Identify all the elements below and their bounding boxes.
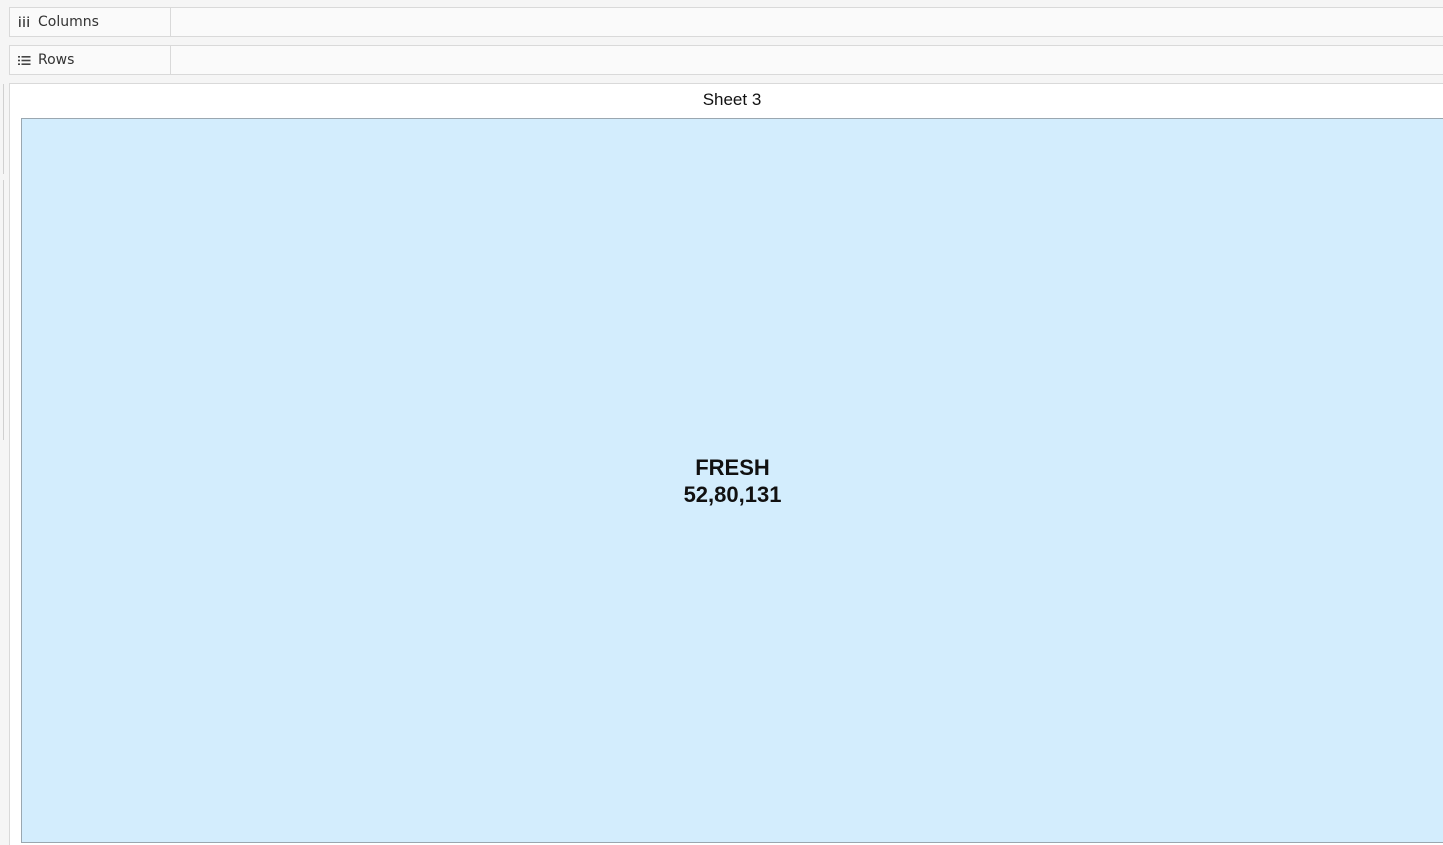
rows-shelf-label: Rows: [10, 46, 171, 74]
columns-drop-area[interactable]: [170, 8, 1443, 36]
mark-label-category: FRESH: [695, 454, 770, 480]
rows-icon: [17, 53, 31, 67]
rows-drop-area[interactable]: [170, 46, 1443, 74]
sheet-title[interactable]: Sheet 3: [10, 90, 1443, 110]
left-panel-divider: [0, 84, 4, 174]
columns-shelf[interactable]: Columns: [9, 7, 1443, 37]
left-panel-divider: [0, 180, 4, 440]
treemap-mark-fresh[interactable]: FRESH 52,80,131: [21, 118, 1443, 843]
rows-shelf-text: Rows: [38, 52, 75, 68]
mark-label: FRESH 52,80,131: [22, 119, 1443, 842]
mark-label-value: 52,80,131: [683, 481, 782, 507]
left-panel-edge: [0, 0, 4, 845]
columns-shelf-label: Columns: [10, 8, 171, 36]
rows-shelf[interactable]: Rows: [9, 45, 1443, 75]
columns-icon: [17, 15, 31, 29]
worksheet-view: Sheet 3 FRESH 52,80,131: [9, 83, 1443, 845]
columns-shelf-text: Columns: [38, 14, 99, 30]
